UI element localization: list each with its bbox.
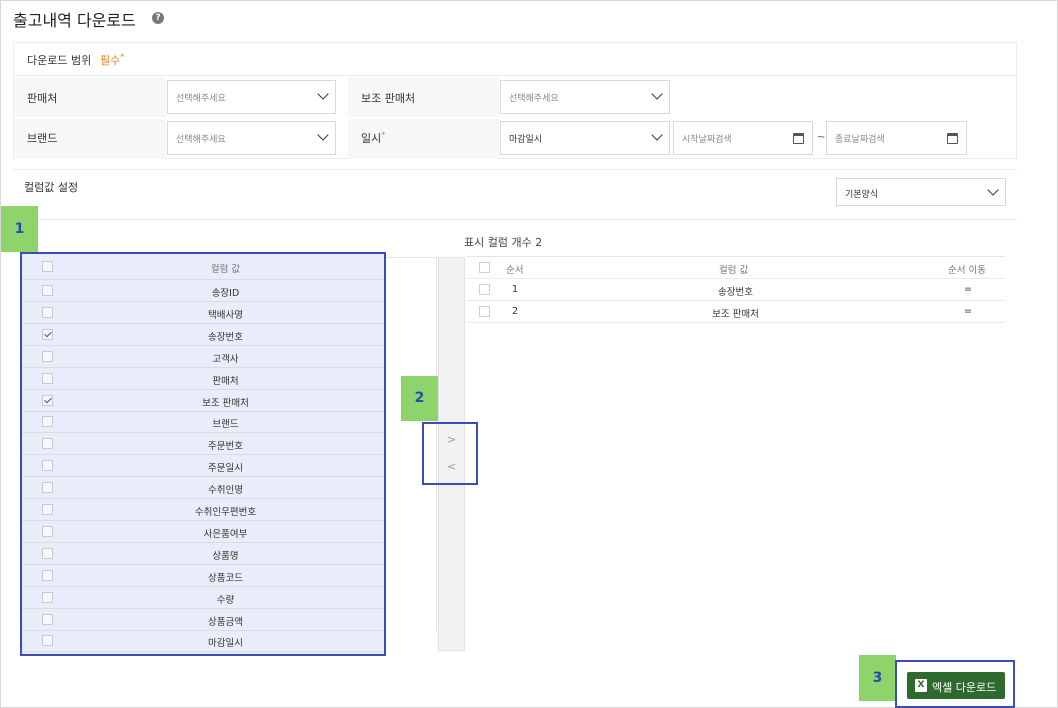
column-name: 판매처	[212, 375, 239, 387]
available-column-row[interactable]: 수취인명	[22, 477, 384, 500]
available-column-row[interactable]: 보조 판매처	[22, 390, 384, 412]
column-name: 브랜드	[212, 419, 239, 431]
selected-column-row[interactable]: 1 송장번호 =	[466, 279, 1005, 301]
chevron-down-icon	[651, 129, 663, 141]
chevron-down-icon	[317, 129, 329, 141]
brand-label: 브랜드	[27, 132, 58, 145]
available-column-row[interactable]: 브랜드	[22, 411, 384, 434]
step-badge-1: 1	[1, 206, 38, 252]
column-name: 상품금액	[208, 616, 243, 628]
end-date-input[interactable]: 종료날짜검색	[826, 121, 967, 155]
start-date-input[interactable]: 시작날짜검색	[673, 121, 813, 155]
available-column-row[interactable]: 수취인우편번호	[22, 499, 384, 521]
row-checkbox[interactable]	[42, 372, 53, 384]
row-checkbox[interactable]	[42, 547, 53, 559]
display-column-counter: 표시 컬럼 개수 2	[464, 236, 543, 249]
column-name: 상품명	[212, 550, 239, 562]
column-name: 보조 판매처	[202, 397, 249, 409]
download-range-panel: 다운로드 범위 필수* 판매처 선택해주세요 보조 판매처 선택해주세요 브랜드…	[13, 42, 1017, 159]
date-range-separator: ~	[817, 132, 826, 143]
left-list-header: 컬럼 값	[22, 254, 384, 280]
column-name: 송장ID	[211, 288, 240, 299]
row-checkbox[interactable]	[42, 635, 53, 647]
select-all-checkbox[interactable]	[42, 261, 53, 272]
row-checkbox[interactable]	[42, 460, 53, 472]
column-name: 주문번호	[208, 441, 243, 453]
range-header: 다운로드 범위 필수*	[14, 43, 1016, 76]
available-column-row[interactable]: 수량	[22, 587, 384, 609]
selected-column-row[interactable]: 2 보조 판매처 =	[466, 301, 1005, 323]
available-column-row[interactable]: 송장ID	[22, 280, 384, 302]
step-badge-2: 2	[401, 376, 438, 421]
column-name: 사은품여부	[203, 528, 248, 540]
brand-select[interactable]: 선택해주세요	[167, 121, 336, 155]
chevron-down-icon	[651, 88, 663, 100]
column-name: 고객사	[212, 353, 239, 365]
row-checkbox[interactable]	[42, 569, 53, 581]
column-name: 송장번호	[718, 287, 753, 298]
row-checkbox[interactable]	[42, 394, 53, 406]
drag-handle-icon[interactable]: =	[964, 306, 972, 317]
row-checkbox[interactable]	[42, 438, 53, 450]
divider	[13, 219, 1017, 220]
select-all-checkbox[interactable]	[479, 262, 490, 273]
column-settings-title: 컬럼값 설정	[24, 181, 79, 194]
calendar-icon[interactable]	[947, 133, 958, 144]
column-name: 상품코드	[208, 572, 243, 584]
column-name: 송장번호	[208, 331, 243, 343]
excel-download-label: 엑셀 다운로드	[932, 681, 997, 694]
row-checkbox[interactable]	[42, 482, 53, 494]
preset-select[interactable]: 기본양식	[836, 178, 1006, 206]
right-table-header: 순서 컬럼 값 순서 이동	[466, 257, 1005, 279]
page-title: 출고내역 다운로드	[13, 11, 136, 30]
chevron-down-icon	[317, 88, 329, 100]
row-checkbox[interactable]	[42, 525, 53, 537]
row-checkbox[interactable]	[42, 306, 53, 318]
selected-columns-table: 순서 컬럼 값 순서 이동 1 송장번호 = 2 보조 판매처 =	[466, 256, 1005, 651]
step-badge-3: 3	[859, 655, 896, 701]
available-column-row[interactable]: 송장번호	[22, 324, 384, 346]
required-label: 필수*	[100, 52, 125, 67]
row-checkbox[interactable]	[42, 350, 53, 362]
available-column-row[interactable]: 사은품여부	[22, 521, 384, 543]
available-column-row[interactable]: 주문일시	[22, 455, 384, 478]
row-checkbox[interactable]	[42, 613, 53, 625]
available-column-row[interactable]: 고객사	[22, 346, 384, 368]
column-name: 보조 판매처	[712, 309, 759, 320]
column-name: 마감일시	[208, 638, 243, 650]
available-column-row[interactable]: 택배사명	[22, 302, 384, 324]
available-column-row[interactable]: 주문번호	[22, 433, 384, 456]
excel-icon: X	[915, 679, 927, 692]
column-name: 수취인명	[208, 485, 243, 497]
drag-handle-icon[interactable]: =	[964, 284, 972, 295]
column-name: 수취인우편번호	[194, 507, 257, 518]
chevron-down-icon	[987, 184, 999, 196]
date-type-select[interactable]: 마감일시	[500, 121, 670, 155]
row-checkbox[interactable]	[42, 416, 53, 428]
seller-select[interactable]: 선택해주세요	[167, 80, 336, 114]
row-checkbox[interactable]	[42, 328, 53, 340]
column-name: 택배사명	[208, 309, 243, 321]
sub-seller-label: 보조 판매처	[361, 92, 416, 105]
available-column-row[interactable]: 상품명	[22, 543, 384, 565]
date-label: 일시*	[361, 130, 386, 145]
available-column-row[interactable]: 판매처	[22, 368, 384, 390]
column-name: 주문일시	[208, 463, 243, 475]
row-checkbox[interactable]	[42, 591, 53, 603]
available-columns-list: 컬럼 값 송장ID 택배사명송장번호고객사판매처보조 판매처브랜드주문번호주문일시…	[20, 252, 386, 656]
row-checkbox[interactable]	[42, 504, 53, 515]
excel-download-button[interactable]: X 엑셀 다운로드	[907, 672, 1005, 699]
seller-label: 판매처	[27, 92, 58, 105]
calendar-icon[interactable]	[793, 133, 804, 144]
available-column-row[interactable]: 상품금액	[22, 609, 384, 631]
help-icon[interactable]: ?	[152, 12, 164, 24]
available-column-row[interactable]: 마감일시	[22, 630, 384, 653]
available-column-row[interactable]: 상품코드	[22, 565, 384, 587]
column-name: 수량	[216, 594, 235, 606]
row-checkbox[interactable]	[42, 285, 53, 296]
sub-seller-select[interactable]: 선택해주세요	[500, 80, 670, 114]
range-title: 다운로드 범위	[27, 54, 92, 67]
